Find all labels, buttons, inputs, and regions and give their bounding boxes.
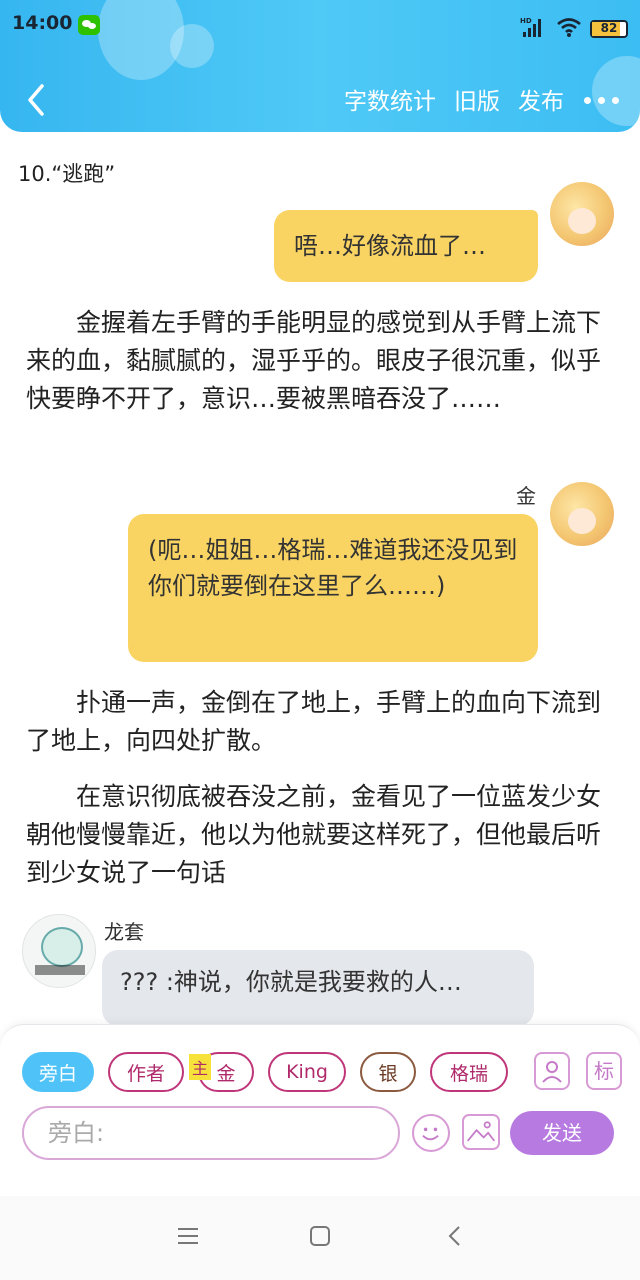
- message-bubble[interactable]: ??? :神说，你就是我要救的人…: [102, 950, 534, 1026]
- wechat-icon: [78, 15, 100, 35]
- narration-text[interactable]: 扑通一声，金倒在了地上，手臂上的血向下流到了地上，向四处扩散。: [26, 684, 616, 760]
- publish-button[interactable]: 发布: [518, 82, 564, 116]
- back-icon[interactable]: [22, 82, 52, 118]
- battery-text: 82: [600, 21, 618, 35]
- chapter-title: 10.“逃跑”: [18, 162, 116, 186]
- message-input[interactable]: 旁白:: [22, 1106, 400, 1160]
- image-icon[interactable]: [462, 1114, 500, 1150]
- more-icon[interactable]: [582, 84, 622, 114]
- role-chip-narration[interactable]: 旁白: [22, 1052, 94, 1092]
- narration-text[interactable]: 金握着左手臂的手能明显的感觉到从手臂上流下来的血，黏腻腻的，湿乎乎的。眼皮子很沉…: [26, 304, 616, 418]
- avatar[interactable]: [550, 482, 614, 546]
- svg-text:HD: HD: [520, 17, 532, 25]
- role-chip-author[interactable]: 作者: [108, 1052, 184, 1092]
- message-bubble[interactable]: 唔…好像流血了…: [274, 210, 538, 282]
- header-actions: 字数统计 旧版 发布: [344, 82, 622, 116]
- message-bubble[interactable]: (呃…姐姐…格瑞…难道我还没见到你们就要倒在这里了么……): [128, 514, 538, 662]
- old-version-button[interactable]: 旧版: [454, 82, 500, 116]
- host-badge: 主: [189, 1054, 212, 1080]
- word-count-button[interactable]: 字数统计: [344, 82, 436, 116]
- send-button[interactable]: 发送: [510, 1111, 614, 1155]
- emoji-icon[interactable]: [412, 1114, 450, 1152]
- tag-icon[interactable]: 标: [586, 1052, 622, 1090]
- sender-name: 龙套: [104, 920, 144, 944]
- signal-icon: HD: [520, 17, 541, 37]
- narration-text[interactable]: 在意识彻底被吞没之前，金看见了一位蓝发少女朝他慢慢靠近，他以为他就要这样死了，但…: [26, 778, 616, 892]
- role-chip-yin[interactable]: 银: [360, 1052, 416, 1092]
- manage-role-icon[interactable]: [534, 1052, 570, 1090]
- system-nav-bar: [0, 1196, 640, 1280]
- battery-indicator: 82: [590, 20, 628, 38]
- back-nav-icon[interactable]: [444, 1224, 468, 1248]
- status-time: 14:00: [12, 12, 73, 34]
- status-bar: 14:00 HD 82: [0, 6, 640, 42]
- role-chip-king[interactable]: King: [268, 1052, 346, 1092]
- avatar[interactable]: [22, 914, 96, 988]
- avatar[interactable]: [550, 182, 614, 246]
- menu-icon[interactable]: [176, 1224, 200, 1248]
- app-header: 14:00 HD 82 字数统计 旧版 发布: [0, 0, 640, 132]
- home-icon[interactable]: [308, 1224, 332, 1248]
- role-chip-grey[interactable]: 格瑞: [430, 1052, 508, 1092]
- wifi-icon: [557, 18, 581, 37]
- sender-name: 金: [516, 484, 536, 508]
